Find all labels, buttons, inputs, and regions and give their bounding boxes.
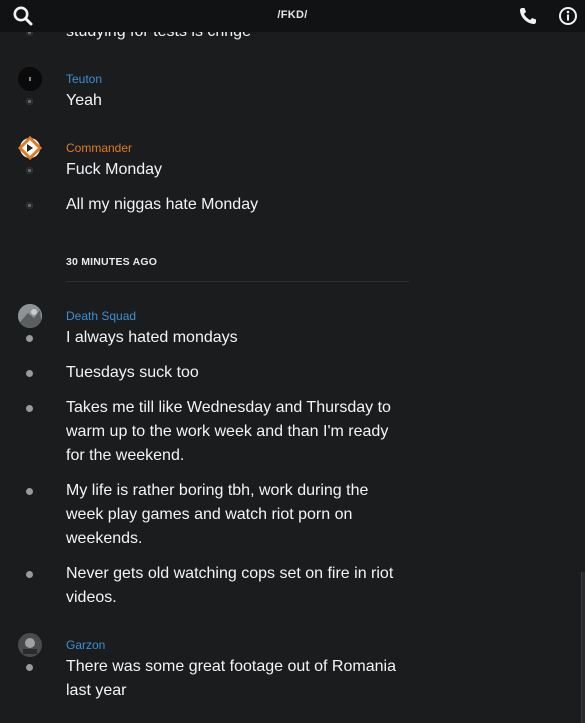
avatar[interactable] xyxy=(18,136,42,160)
avatar[interactable] xyxy=(18,304,42,328)
message-feed[interactable]: studying for tests is cringe Teuton Yeah… xyxy=(0,32,585,723)
username[interactable]: Garzon xyxy=(66,638,105,652)
message-status-dot xyxy=(26,664,33,671)
username[interactable]: Commander xyxy=(66,141,132,155)
username[interactable]: Death Squad xyxy=(66,309,136,323)
message-status-dot xyxy=(26,405,33,412)
info-icon[interactable] xyxy=(557,5,579,27)
message-text: I always hated mondays xyxy=(66,329,238,346)
avatar[interactable] xyxy=(18,633,42,657)
message-status-dot xyxy=(26,98,33,105)
message-text: Never gets old watching cops set on fire… xyxy=(66,565,394,606)
message-status-dot xyxy=(26,32,33,36)
message-status-dot xyxy=(26,370,33,377)
message-text: My life is rather boring tbh, work durin… xyxy=(66,482,369,547)
avatar[interactable] xyxy=(18,67,42,91)
channel-title: /FKD/ xyxy=(277,9,308,21)
top-bar: /FKD/ xyxy=(0,0,585,32)
message-text: studying for tests is cringe xyxy=(66,32,406,44)
message-status-dot xyxy=(26,571,33,578)
time-divider-label: 30 MINUTES AGO xyxy=(66,256,158,268)
time-divider-line xyxy=(66,281,409,282)
message-status-dot xyxy=(26,335,33,342)
message-status-dot xyxy=(26,488,33,495)
username[interactable]: Teuton xyxy=(66,72,102,86)
phone-icon[interactable] xyxy=(517,5,539,27)
message-text: Tuesdays suck too xyxy=(66,364,199,381)
message-text: There was some great footage out of Roma… xyxy=(66,658,396,699)
message-status-dot xyxy=(26,202,33,209)
message-text: All my niggas hate Monday xyxy=(66,196,259,213)
message-text: Yeah xyxy=(66,92,102,109)
scrollbar[interactable] xyxy=(581,572,585,723)
message-text: Takes me till like Wednesday and Thursda… xyxy=(66,399,391,464)
message-status-dot xyxy=(26,167,33,174)
message-text: Fuck Monday xyxy=(66,161,163,178)
